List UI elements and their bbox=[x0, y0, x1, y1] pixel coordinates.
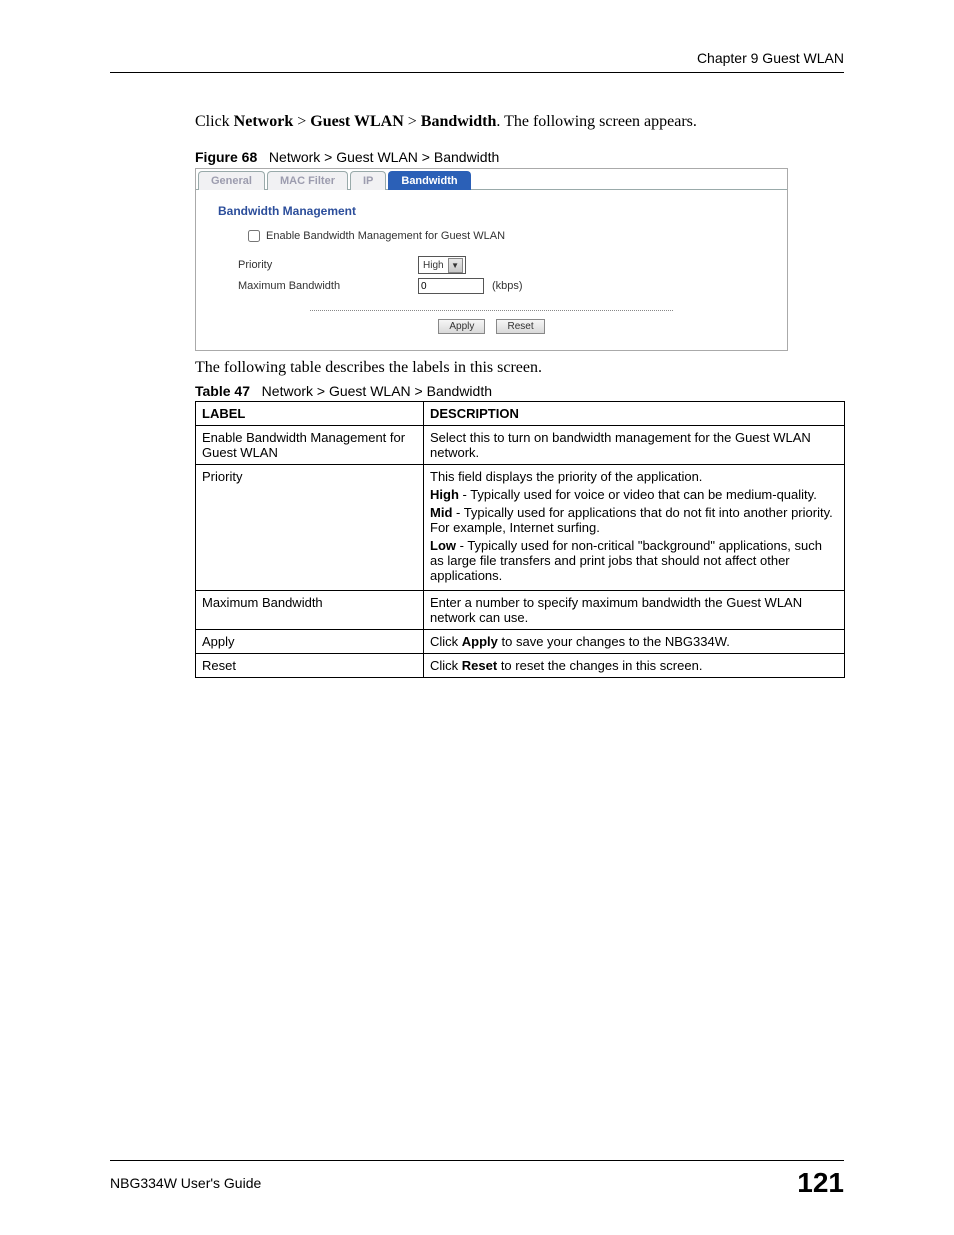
max-bandwidth-input[interactable] bbox=[418, 278, 484, 294]
enable-label: Enable Bandwidth Management for Guest WL… bbox=[266, 230, 505, 242]
header-description: DESCRIPTION bbox=[424, 402, 845, 426]
priority-desc-line: This field displays the priority of the … bbox=[430, 469, 838, 484]
dotted-separator bbox=[310, 310, 673, 311]
enable-row: Enable Bandwidth Management for Guest WL… bbox=[248, 230, 773, 242]
table-caption-text: Network > Guest WLAN > Bandwidth bbox=[262, 383, 492, 399]
priority-high-text: - Typically used for voice or video that… bbox=[459, 487, 817, 502]
table-row: Enable Bandwidth Management for Guest WL… bbox=[196, 426, 845, 465]
max-bandwidth-row: Maximum Bandwidth (kbps) bbox=[238, 278, 773, 294]
form-panel: Bandwidth Management Enable Bandwidth Ma… bbox=[196, 190, 787, 350]
priority-low-text: - Typically used for non-critical "backg… bbox=[430, 538, 822, 583]
tab-mac-filter[interactable]: MAC Filter bbox=[267, 171, 348, 190]
priority-desc-line: High - Typically used for voice or video… bbox=[430, 487, 838, 502]
max-bandwidth-label: Maximum Bandwidth bbox=[238, 280, 418, 292]
intro-paragraph: Click Network > Guest WLAN > Bandwidth. … bbox=[195, 113, 844, 131]
priority-mid-bold: Mid bbox=[430, 505, 452, 520]
chapter-title: Chapter 9 Guest WLAN bbox=[110, 50, 844, 66]
table-caption: Table 47 Network > Guest WLAN > Bandwidt… bbox=[195, 383, 844, 399]
cell-desc: This field displays the priority of the … bbox=[424, 465, 845, 591]
section-title: Bandwidth Management bbox=[218, 204, 773, 218]
priority-low-bold: Low bbox=[430, 538, 456, 553]
tab-bandwidth[interactable]: Bandwidth bbox=[388, 171, 470, 190]
reset-pre: Click bbox=[430, 658, 462, 673]
intro-bold-network: Network bbox=[234, 113, 294, 130]
page-number: 121 bbox=[797, 1167, 844, 1199]
priority-desc-line: Mid - Typically used for applications th… bbox=[430, 505, 838, 535]
priority-high-bold: High bbox=[430, 487, 459, 502]
after-figure-text: The following table describes the labels… bbox=[195, 359, 844, 377]
priority-mid-text: - Typically used for applications that d… bbox=[430, 505, 833, 535]
intro-text: Click bbox=[195, 113, 234, 130]
intro-bold-guestwlan: Guest WLAN bbox=[310, 113, 404, 130]
priority-row: Priority High ▼ bbox=[238, 256, 773, 274]
priority-label: Priority bbox=[238, 259, 418, 271]
table-row: Reset Click Reset to reset the changes i… bbox=[196, 654, 845, 678]
tab-general[interactable]: General bbox=[198, 171, 265, 190]
table-row: Priority This field displays the priorit… bbox=[196, 465, 845, 591]
intro-sep2: > bbox=[404, 113, 421, 130]
table-label: Table 47 bbox=[195, 383, 250, 399]
cell-label: Apply bbox=[196, 630, 424, 654]
intro-suffix: . The following screen appears. bbox=[496, 113, 697, 130]
footer-guide-name: NBG334W User's Guide bbox=[110, 1175, 261, 1191]
figure-caption-text: Network > Guest WLAN > Bandwidth bbox=[269, 149, 499, 165]
footer-rule bbox=[110, 1160, 844, 1161]
enable-checkbox[interactable] bbox=[248, 230, 260, 242]
header-label: LABEL bbox=[196, 402, 424, 426]
dropdown-arrow-icon: ▼ bbox=[448, 258, 463, 273]
button-row: Apply Reset bbox=[210, 319, 773, 334]
cell-label: Enable Bandwidth Management for Guest WL… bbox=[196, 426, 424, 465]
priority-value: High bbox=[423, 260, 444, 271]
intro-sep1: > bbox=[293, 113, 310, 130]
tab-bar: General MAC Filter IP Bandwidth bbox=[196, 169, 787, 190]
cell-desc: Select this to turn on bandwidth managem… bbox=[424, 426, 845, 465]
cell-label: Maximum Bandwidth bbox=[196, 591, 424, 630]
table-row: Maximum Bandwidth Enter a number to spec… bbox=[196, 591, 845, 630]
apply-post: to save your changes to the NBG334W. bbox=[498, 634, 730, 649]
apply-button[interactable]: Apply bbox=[438, 319, 485, 334]
figure-caption: Figure 68 Network > Guest WLAN > Bandwid… bbox=[195, 149, 844, 165]
cell-desc: Enter a number to specify maximum bandwi… bbox=[424, 591, 845, 630]
page-footer: NBG334W User's Guide 121 bbox=[110, 1160, 844, 1199]
screenshot-panel: General MAC Filter IP Bandwidth Bandwidt… bbox=[195, 168, 788, 351]
priority-desc-line: Low - Typically used for non-critical "b… bbox=[430, 538, 838, 583]
intro-bold-bandwidth: Bandwidth bbox=[421, 113, 497, 130]
figure-label: Figure 68 bbox=[195, 149, 257, 165]
table-header-row: LABEL DESCRIPTION bbox=[196, 402, 845, 426]
reset-bold: Reset bbox=[462, 658, 497, 673]
apply-pre: Click bbox=[430, 634, 462, 649]
table-row: Apply Click Apply to save your changes t… bbox=[196, 630, 845, 654]
cell-desc: Click Apply to save your changes to the … bbox=[424, 630, 845, 654]
cell-desc: Click Reset to reset the changes in this… bbox=[424, 654, 845, 678]
unit-label: (kbps) bbox=[492, 280, 523, 292]
cell-label: Reset bbox=[196, 654, 424, 678]
header-rule bbox=[110, 72, 844, 73]
description-table: LABEL DESCRIPTION Enable Bandwidth Manag… bbox=[195, 401, 845, 678]
reset-post: to reset the changes in this screen. bbox=[497, 658, 702, 673]
tab-ip[interactable]: IP bbox=[350, 171, 386, 190]
priority-select[interactable]: High ▼ bbox=[418, 256, 466, 274]
reset-button[interactable]: Reset bbox=[496, 319, 544, 334]
cell-label: Priority bbox=[196, 465, 424, 591]
apply-bold: Apply bbox=[462, 634, 498, 649]
